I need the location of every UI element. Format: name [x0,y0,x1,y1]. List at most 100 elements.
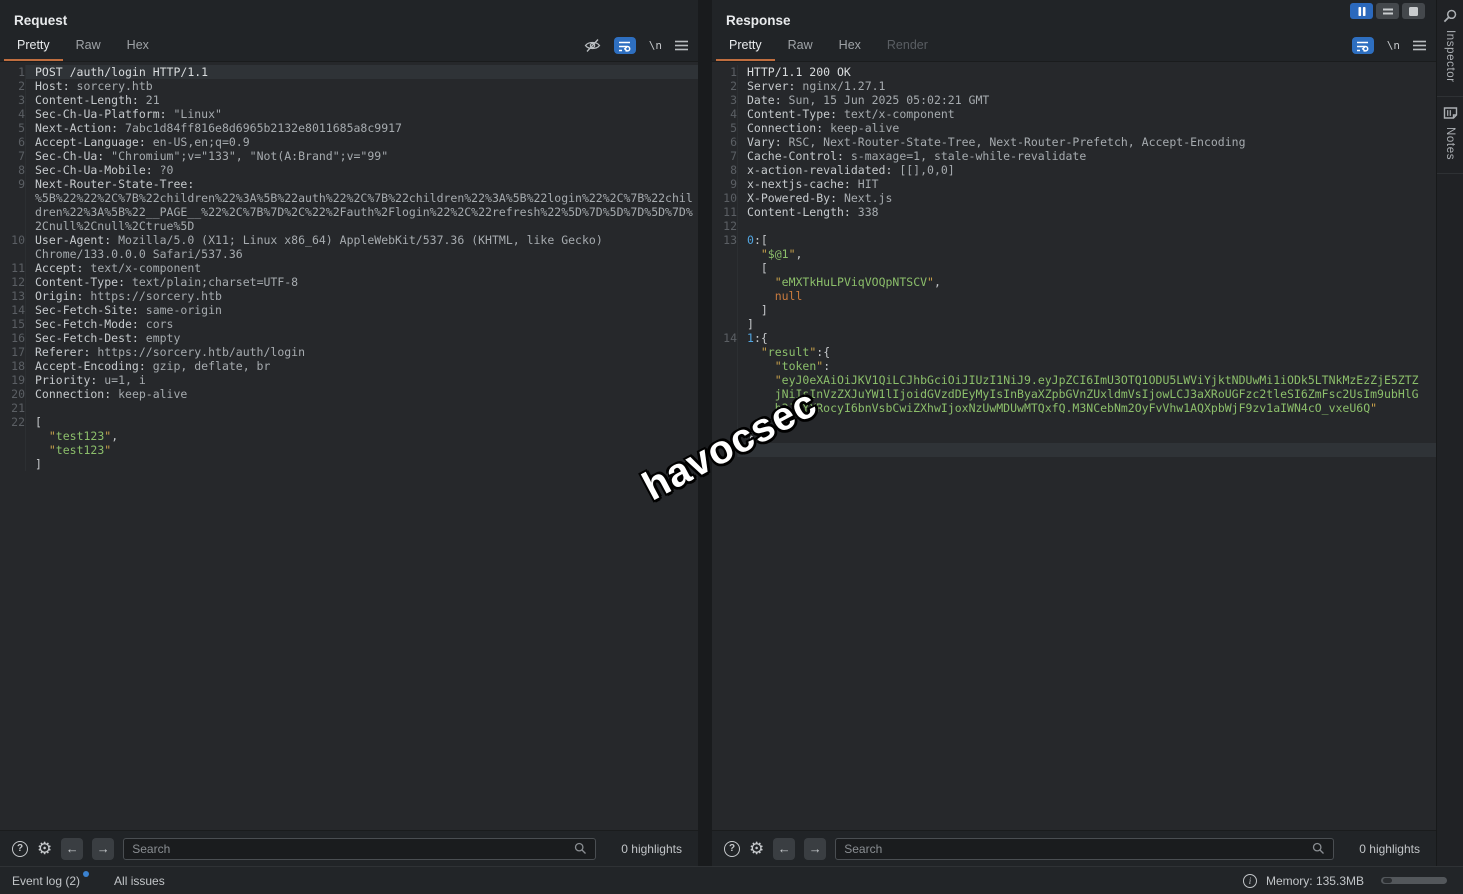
newline-icon[interactable]: \n [649,39,662,52]
code-line: 2Host: sorcery.htb [0,79,698,93]
code-line: 5Connection: keep-alive [712,121,1436,135]
tab-pretty[interactable]: Pretty [4,33,63,61]
help-icon[interactable]: ? [12,841,28,857]
code-text: Cache-Control: s-maxage=1, stale-while-r… [738,149,1086,163]
code-line: 4Sec-Ch-Ua-Platform: "Linux" [0,107,698,121]
main-area: Request PrettyRawHex [0,0,1463,866]
tab-pretty[interactable]: Pretty [716,33,775,61]
code-line: 11Content-Length: 338 [712,205,1436,219]
sidebar-tab-inspector[interactable]: Inspector [1437,0,1463,97]
code-text: Content-Type: text/plain;charset=UTF-8 [26,275,298,289]
response-tabs: PrettyRawHexRender [716,33,941,61]
code-text: x-nextjs-cache: HIT [738,177,879,191]
response-head-icons: \n [1352,37,1426,54]
code-text: Referer: https://sorcery.htb/auth/login [26,345,305,359]
tab-raw[interactable]: Raw [775,33,826,61]
tab-hex[interactable]: Hex [114,33,162,61]
code-text: Priority: u=1, i [26,373,146,387]
code-text: "token": [738,359,830,373]
line-number [712,387,738,401]
search-icon [574,842,587,855]
sidebar-tab-notes[interactable]: Notes [1437,97,1463,174]
hidden-chars-icon[interactable] [584,38,601,53]
newline-icon[interactable]: \n [1387,39,1400,52]
pane-divider[interactable] [698,0,712,866]
code-line [712,443,1436,457]
word-wrap-icon[interactable] [1352,37,1374,54]
code-text: Sec-Fetch-Dest: empty [26,331,180,345]
request-search-toolbar: ? ⚙ ← → 0 highlights [0,830,698,866]
queue-button[interactable] [1376,3,1399,19]
line-number: 6 [712,135,738,149]
line-number: 1 [712,65,738,79]
next-match-button[interactable]: → [92,838,114,860]
code-line: 15Sec-Fetch-Mode: cors [0,317,698,331]
code-line: null [712,289,1436,303]
tab-hex[interactable]: Hex [826,33,874,61]
tab-render[interactable]: Render [874,33,941,61]
line-number: 11 [0,261,26,275]
request-editor[interactable]: 1POST /auth/login HTTP/1.12Host: sorcery… [0,62,698,830]
notes-icon [1443,106,1457,119]
prev-match-button[interactable]: ← [61,838,83,860]
code-line: 8Sec-Ch-Ua-Mobile: ?0 [0,163,698,177]
next-match-button[interactable]: → [804,838,826,860]
line-number: 22 [0,415,26,429]
line-number [0,429,26,443]
code-line: %5B%22%22%2C%7B%22children%22%3A%5B%22au… [0,191,698,205]
response-search-input[interactable] [844,842,1312,856]
line-number: 10 [712,191,738,205]
code-line: 21 [0,401,698,415]
code-line: 20Connection: keep-alive [0,387,698,401]
line-number: 14 [0,303,26,317]
line-number [712,401,738,415]
stop-button[interactable] [1402,3,1425,19]
event-log-badge [83,871,89,877]
line-number: 13 [0,289,26,303]
gear-icon[interactable]: ⚙ [749,840,764,857]
code-line: 1POST /auth/login HTTP/1.1 [0,65,698,79]
code-text: "eMXTkHuLPViqVOQpNTSCV", [738,275,941,289]
line-number: 7 [0,149,26,163]
line-number: 14 [712,331,738,345]
code-line: ] [712,303,1436,317]
line-number [0,219,26,233]
tab-raw[interactable]: Raw [63,33,114,61]
request-search-input[interactable] [132,842,574,856]
line-number: 2 [712,79,738,93]
code-line: b3JQYXRocyI6bnVsbCwiZXhwIjoxNzUwMDUwMTQx… [712,401,1436,415]
code-text: Accept: text/x-component [26,261,201,275]
code-text [738,443,1436,457]
line-number: 12 [712,219,738,233]
code-line: 141:{ [712,331,1436,345]
event-log-button[interactable]: Event log (2) [12,874,88,888]
all-issues-button[interactable]: All issues [114,874,165,888]
menu-icon[interactable] [1413,40,1426,51]
status-bar: Event log (2) All issues i Memory: 135.3… [0,866,1463,894]
code-text: Accept-Language: en-US,en;q=0.9 [26,135,250,149]
gear-icon[interactable]: ⚙ [37,840,52,857]
code-text: Connection: keep-alive [738,121,899,135]
code-text: User-Agent: Mozilla/5.0 (X11; Linux x86_… [26,233,603,247]
code-line: "test123" [0,443,698,457]
line-number: 4 [0,107,26,121]
prev-match-button[interactable]: ← [773,838,795,860]
code-text: b3JQYXRocyI6bnVsbCwiZXhwIjoxNzUwMDUwMTQx… [738,401,1377,415]
help-icon[interactable]: ? [724,841,740,857]
line-number [712,429,738,443]
line-number [712,247,738,261]
menu-icon[interactable] [675,40,688,51]
response-editor[interactable]: 1HTTP/1.1 200 OK2Server: nginx/1.27.13Da… [712,62,1436,830]
request-tabs: PrettyRawHex [4,33,162,61]
line-number: 19 [0,373,26,387]
line-number: 6 [0,135,26,149]
code-line: 12Content-Type: text/plain;charset=UTF-8 [0,275,698,289]
code-line: jNiIsInVzZXJuYW1lIjoidGVzdDEyMyIsInByaXZ… [712,387,1436,401]
code-text [738,219,747,233]
code-text: Content-Length: 338 [738,205,879,219]
word-wrap-icon[interactable] [614,37,636,54]
line-number: 8 [712,163,738,177]
pause-button[interactable] [1350,3,1373,19]
code-line: "token": [712,359,1436,373]
search-icon [1312,842,1325,855]
